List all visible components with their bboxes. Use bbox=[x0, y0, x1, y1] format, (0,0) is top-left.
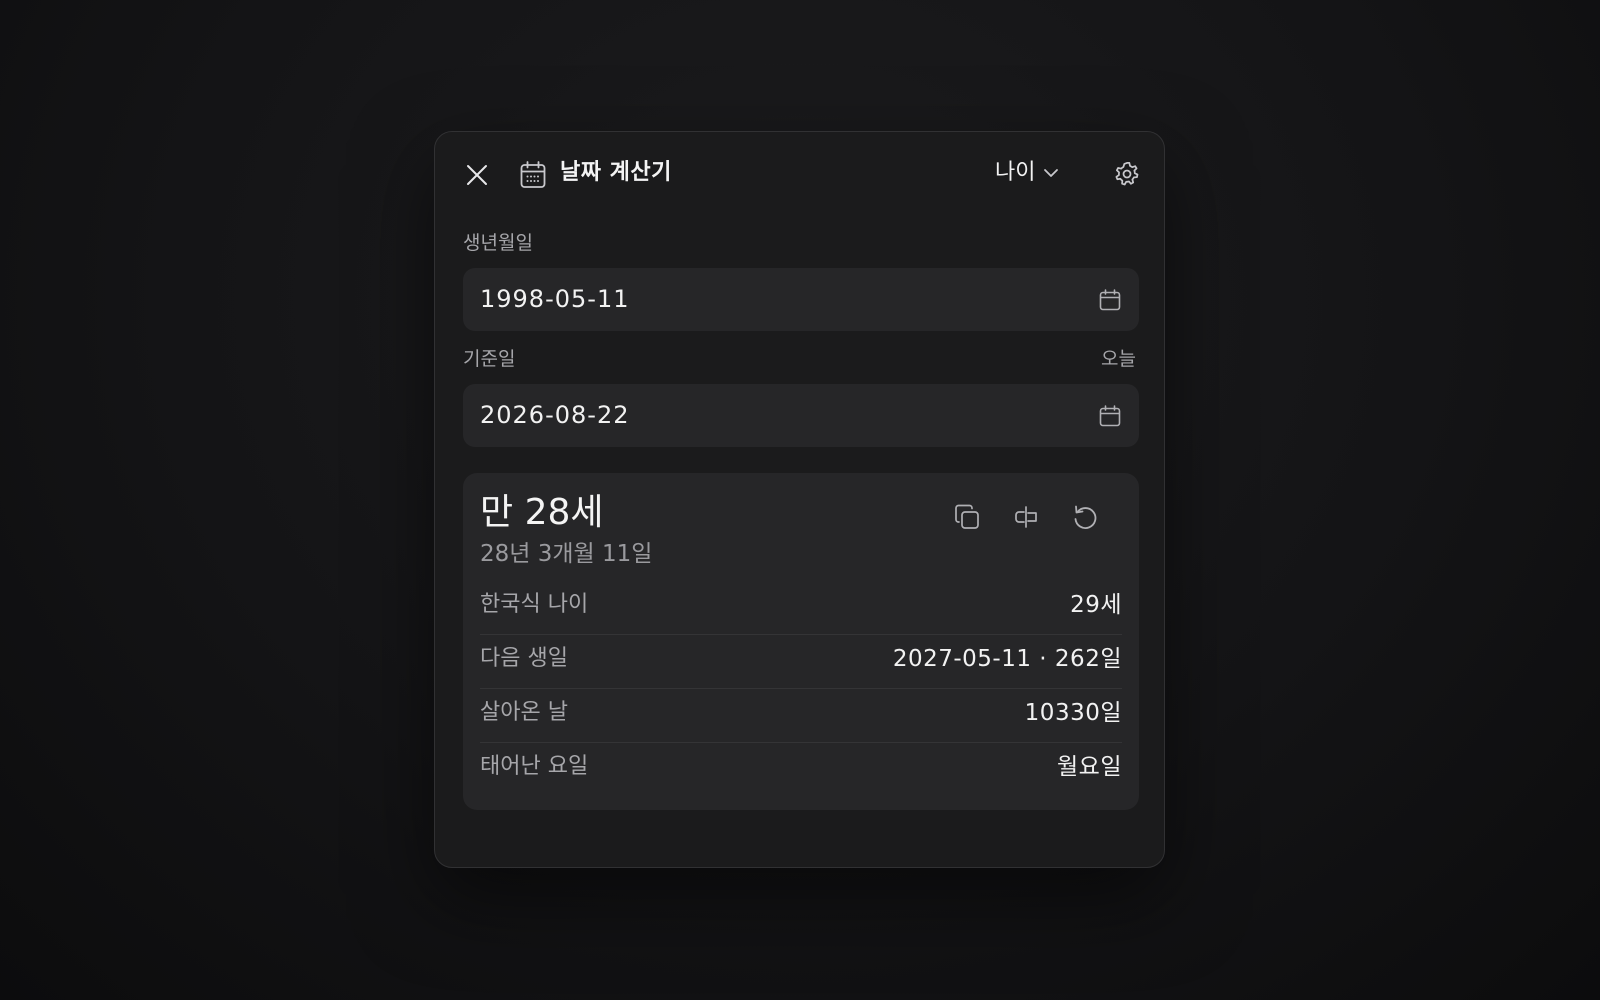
birth-date-label: 생년월일 bbox=[463, 232, 533, 254]
result-row-next-birthday: 다음 생일 2027-05-11 · 262일 bbox=[480, 635, 1122, 689]
swap-icon bbox=[1012, 503, 1040, 531]
age-detail: 28년 3개월 11일 bbox=[480, 541, 653, 567]
result-card: 만 28세 28년 3개월 11일 한국식 나이 29세 다음 생일 2027-… bbox=[463, 473, 1139, 810]
birth-date-value: 1998-05-11 bbox=[480, 285, 630, 313]
reference-date-label: 기준일 bbox=[463, 348, 516, 370]
today-button[interactable]: 오늘 bbox=[1101, 347, 1136, 371]
gear-icon bbox=[1113, 160, 1141, 188]
mode-dropdown[interactable]: 나이 bbox=[995, 157, 1059, 189]
close-button[interactable] bbox=[461, 159, 493, 191]
settings-button[interactable] bbox=[1111, 158, 1143, 190]
panel-header: 날짜 계산기 나이 bbox=[435, 132, 1164, 216]
result-row-birth-weekday: 태어난 요일 월요일 bbox=[480, 743, 1122, 796]
result-row-value: 10330일 bbox=[1024, 700, 1122, 726]
birth-date-input[interactable]: 1998-05-11 bbox=[463, 268, 1139, 331]
reference-date-input[interactable]: 2026-08-22 bbox=[463, 384, 1139, 447]
reset-button[interactable] bbox=[1068, 500, 1102, 534]
app-title: 날짜 계산기 bbox=[560, 160, 672, 185]
swap-button[interactable] bbox=[1009, 500, 1043, 534]
calendar-icon bbox=[518, 159, 548, 191]
result-row-korean-age: 한국식 나이 29세 bbox=[480, 581, 1122, 635]
result-row-days-lived: 살아온 날 10330일 bbox=[480, 689, 1122, 743]
chevron-down-icon bbox=[1043, 168, 1059, 178]
mode-dropdown-label: 나이 bbox=[995, 160, 1036, 185]
copy-icon bbox=[953, 503, 981, 531]
copy-button[interactable] bbox=[950, 500, 984, 534]
close-icon bbox=[466, 164, 488, 186]
reference-date-value: 2026-08-22 bbox=[480, 401, 630, 429]
result-row-label: 태어난 요일 bbox=[480, 754, 589, 779]
result-row-label: 다음 생일 bbox=[480, 646, 568, 671]
result-details: 한국식 나이 29세 다음 생일 2027-05-11 · 262일 살아온 날… bbox=[480, 581, 1122, 796]
birth-date-picker-button[interactable] bbox=[1097, 287, 1123, 313]
date-calculator-panel: 날짜 계산기 나이 생년월일 1998-05-11 기준일 오늘 2026-08… bbox=[434, 131, 1165, 868]
result-row-value: 월요일 bbox=[1057, 754, 1122, 780]
reset-icon bbox=[1071, 503, 1099, 531]
result-row-label: 한국식 나이 bbox=[480, 592, 589, 617]
result-row-value: 29세 bbox=[1070, 592, 1122, 618]
calendar-icon bbox=[1099, 289, 1121, 311]
calendar-icon bbox=[1099, 405, 1121, 427]
result-row-value: 2027-05-11 · 262일 bbox=[892, 646, 1122, 672]
age-result: 만 28세 bbox=[480, 492, 604, 533]
result-row-label: 살아온 날 bbox=[480, 700, 568, 725]
reference-date-picker-button[interactable] bbox=[1097, 403, 1123, 429]
